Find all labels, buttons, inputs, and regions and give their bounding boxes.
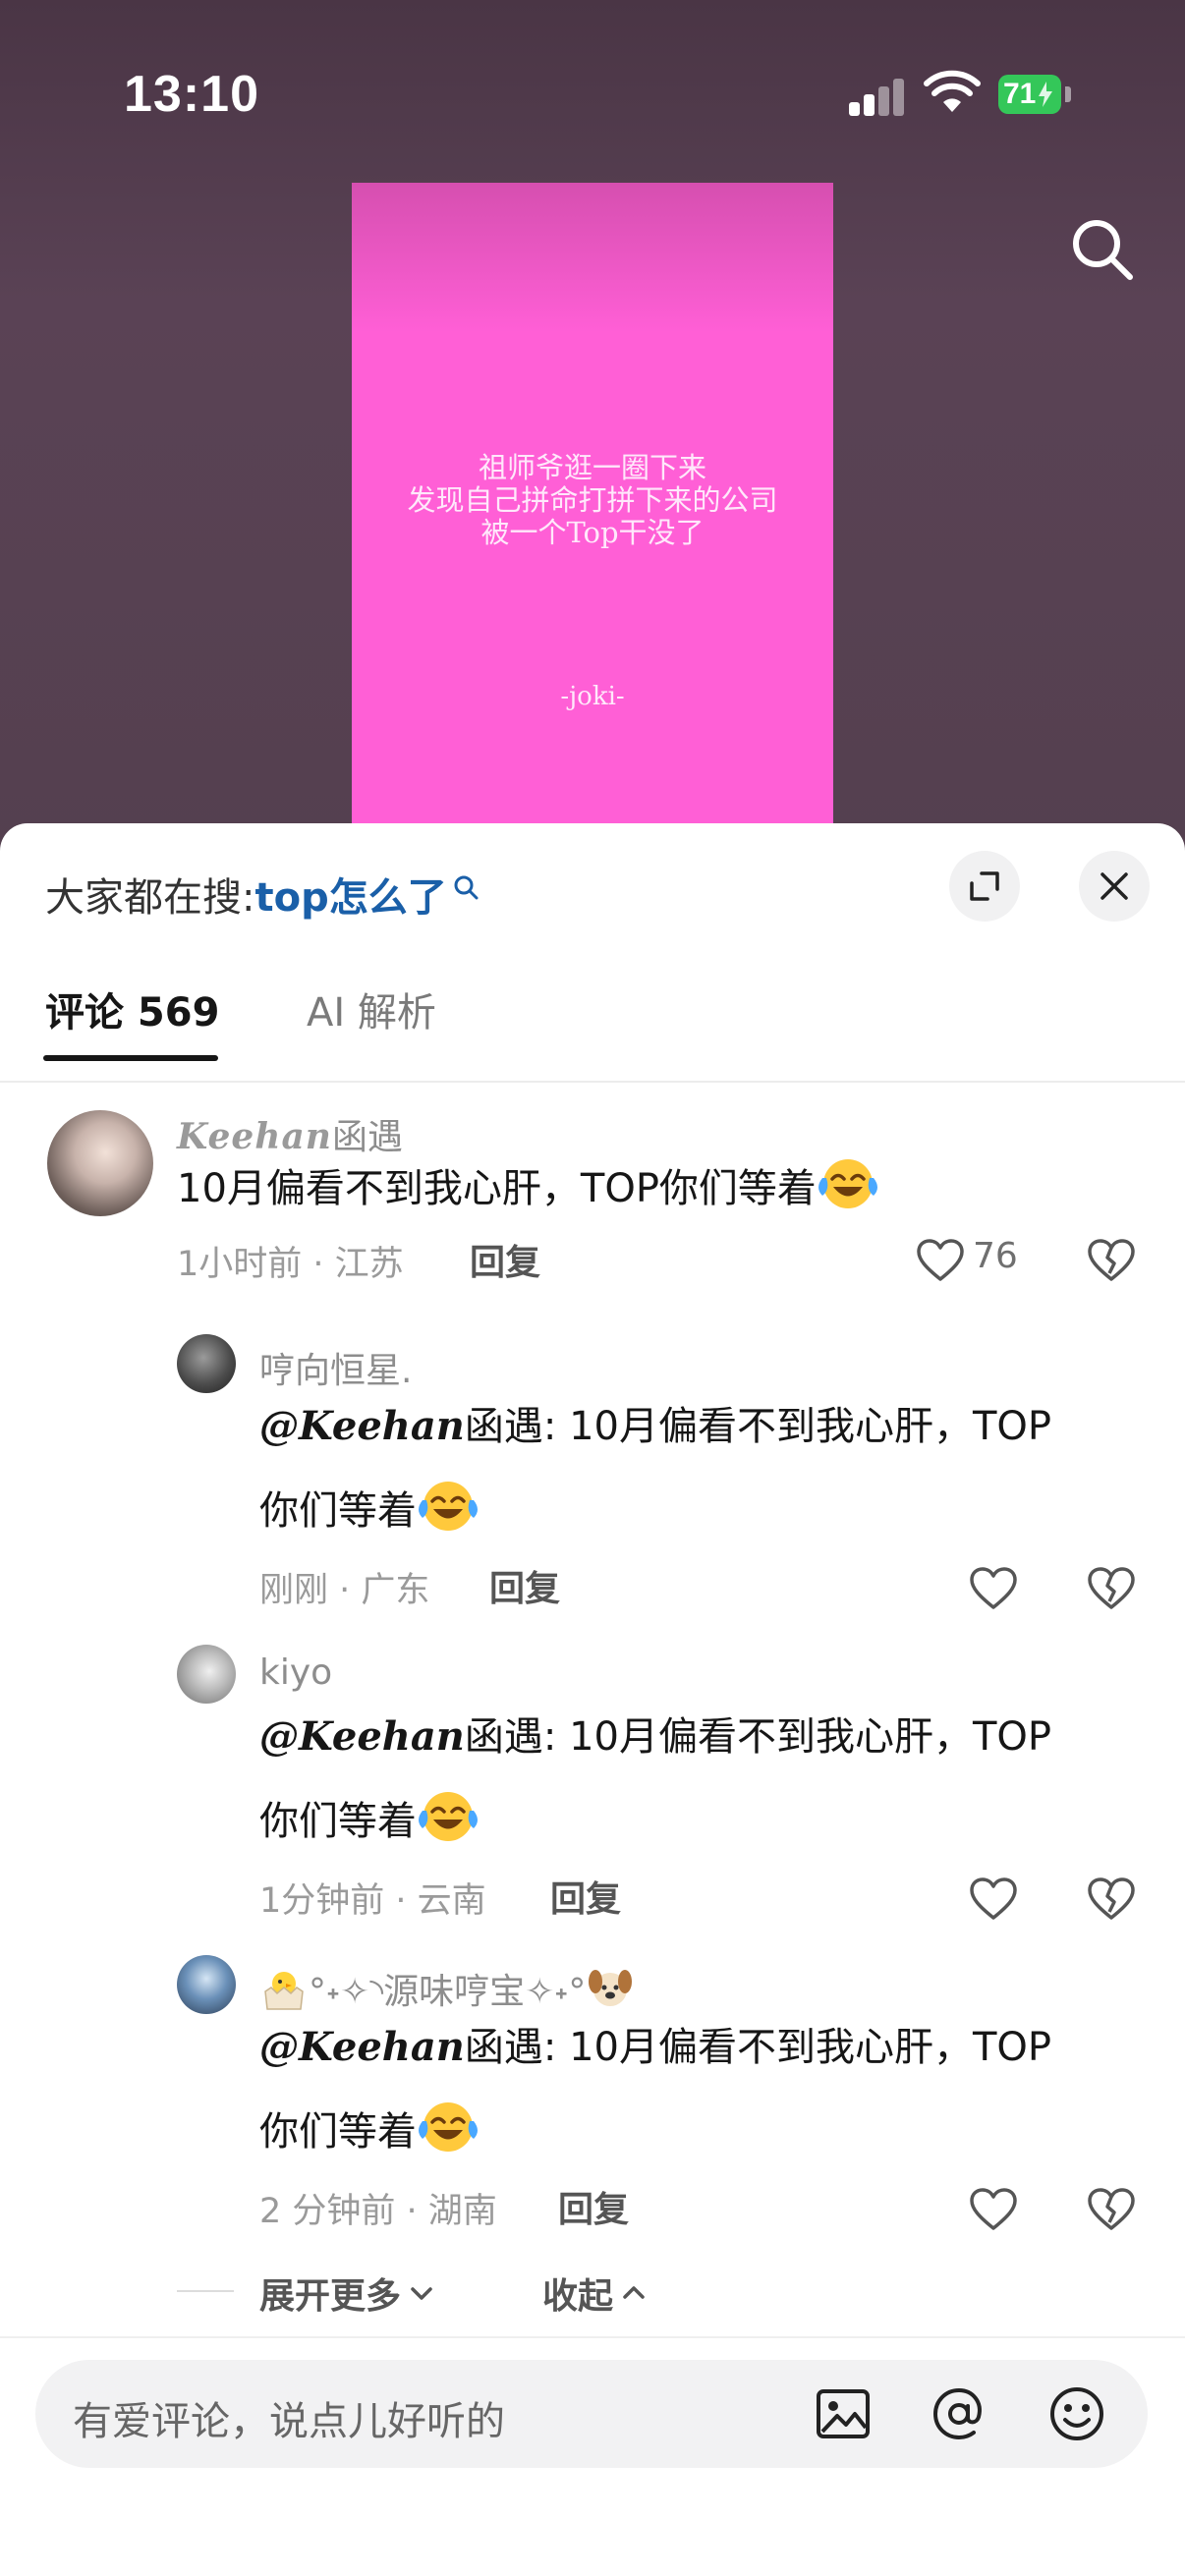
reply-text-line: 你们等着 bbox=[259, 2089, 480, 2175]
wifi-icon bbox=[924, 70, 981, 112]
comment-input[interactable]: 有爱评论，说点儿好听的 bbox=[35, 2360, 1148, 2468]
tears-of-joy-emoji-icon bbox=[419, 1792, 478, 1841]
mention-link[interactable]: @Keehan bbox=[259, 1403, 465, 1449]
tab-bar: 评论 569 AI 解析 bbox=[0, 961, 1185, 1083]
reply-text-line: 你们等着 bbox=[259, 1468, 480, 1554]
like-count: 76 bbox=[973, 1236, 1018, 1276]
trending-prefix: 大家都在搜: bbox=[45, 875, 255, 921]
avatar[interactable] bbox=[177, 1645, 236, 1704]
expand-button[interactable] bbox=[949, 851, 1020, 922]
reply-button[interactable]: 回复 bbox=[550, 1871, 621, 1922]
avatar[interactable] bbox=[47, 1110, 153, 1216]
reply-text-line: @Keehan函遇: 10月偏看不到我心肝，TOP bbox=[259, 1694, 1051, 1780]
reply-button[interactable]: 回复 bbox=[470, 1234, 540, 1285]
image-icon[interactable] bbox=[814, 2384, 873, 2443]
reply-body: 你们等着 bbox=[259, 2109, 417, 2155]
comment-meta: 1小时前 · 江苏 bbox=[177, 1245, 404, 1284]
comment-sheet: 大家都在搜: top怎么了 评论 569 AI 解析 Keehan函遇 10月偏… bbox=[0, 823, 1185, 2576]
reply-button[interactable]: 回复 bbox=[558, 2181, 629, 2232]
expand-icon bbox=[970, 871, 999, 901]
emoji-icon[interactable] bbox=[1047, 2384, 1106, 2443]
comment-input-bar: 有爱评论，说点儿好听的 bbox=[0, 2336, 1185, 2576]
video-signature: -joki- bbox=[560, 682, 625, 711]
at-icon[interactable] bbox=[930, 2384, 988, 2443]
tears-of-joy-emoji-icon bbox=[419, 2102, 478, 2152]
video-caption-line: 发现自己拼命打拼下来的公司 bbox=[407, 483, 778, 517]
trending-keyword[interactable]: top怎么了 bbox=[254, 866, 446, 923]
battery-indicator: 71 bbox=[998, 75, 1061, 114]
avatar[interactable] bbox=[177, 1955, 236, 2014]
video-caption: 祖师爷逛一圈下来 发现自己拼命打拼下来的公司 被一个Top干没了 bbox=[352, 452, 833, 549]
reply-body: 你们等着 bbox=[259, 1799, 417, 1844]
dislike-broken-heart-icon[interactable] bbox=[1087, 1238, 1136, 1283]
video-frame[interactable]: 祖师爷逛一圈下来 发现自己拼命打拼下来的公司 被一个Top干没了 -joki- bbox=[352, 183, 833, 865]
chevron-down-icon bbox=[411, 2287, 432, 2300]
like-heart-icon[interactable] bbox=[916, 1238, 965, 1283]
expand-more-button[interactable]: 展开更多 bbox=[259, 2268, 436, 2319]
collapse-button[interactable]: 收起 bbox=[542, 2268, 649, 2319]
reply-body: 函遇: 10月偏看不到我心肝，TOP bbox=[464, 1404, 1052, 1449]
active-tab-indicator bbox=[43, 1055, 218, 1061]
tears-of-joy-emoji-icon bbox=[818, 1159, 877, 1208]
chevron-up-icon bbox=[623, 2286, 645, 2299]
reply-text-line: @Keehan函遇: 10月偏看不到我心肝，TOP bbox=[259, 1383, 1051, 1470]
reply-meta: 刚刚 · 广东 bbox=[259, 1571, 430, 1610]
thread-divider bbox=[177, 2290, 234, 2292]
comment-body: 10月偏看不到我心肝，TOP你们等着 bbox=[177, 1166, 817, 1211]
reply-text-line: @Keehan函遇: 10月偏看不到我心肝，TOP bbox=[259, 2004, 1051, 2091]
like-heart-icon[interactable] bbox=[969, 1876, 1018, 1922]
like-heart-icon[interactable] bbox=[969, 2187, 1018, 2232]
reply-meta: 1分钟前 · 云南 bbox=[259, 1881, 486, 1921]
small-search-icon bbox=[454, 875, 479, 900]
avatar[interactable] bbox=[177, 1334, 236, 1393]
battery-level: 71 bbox=[1003, 78, 1037, 110]
reply-username[interactable]: kiyo bbox=[259, 1652, 332, 1693]
video-background: 13:10 71 祖师爷逛一圈下来 发现自己拼命打拼下来的公司 被一个Top干没… bbox=[0, 0, 1185, 865]
trending-search[interactable]: 大家都在搜: top怎么了 bbox=[45, 867, 479, 922]
collapse-label: 收起 bbox=[542, 2276, 614, 2317]
dislike-broken-heart-icon[interactable] bbox=[1087, 1566, 1136, 1611]
reply-button[interactable]: 回复 bbox=[489, 1560, 560, 1611]
video-caption-line: 被一个Top干没了 bbox=[480, 516, 705, 549]
reply-body: 你们等着 bbox=[259, 1488, 417, 1534]
close-icon bbox=[1100, 872, 1128, 900]
cellular-signal-icon bbox=[849, 77, 906, 116]
mention-link[interactable]: @Keehan bbox=[259, 2024, 465, 2070]
dislike-broken-heart-icon[interactable] bbox=[1087, 1876, 1136, 1922]
expand-more-label: 展开更多 bbox=[259, 2276, 402, 2317]
close-button[interactable] bbox=[1079, 851, 1150, 922]
input-placeholder: 有爱评论，说点儿好听的 bbox=[73, 2399, 505, 2444]
comment-text: 10月偏看不到我心肝，TOP你们等着 bbox=[177, 1146, 879, 1232]
reply-body: 函遇: 10月偏看不到我心肝，TOP bbox=[464, 1714, 1052, 1760]
tab-ai-analysis[interactable]: AI 解析 bbox=[307, 980, 436, 1037]
search-icon[interactable] bbox=[1069, 216, 1136, 283]
status-time: 13:10 bbox=[124, 66, 259, 123]
dislike-broken-heart-icon[interactable] bbox=[1087, 2187, 1136, 2232]
like-heart-icon[interactable] bbox=[969, 1566, 1018, 1611]
tears-of-joy-emoji-icon bbox=[419, 1482, 478, 1531]
battery-cap bbox=[1065, 86, 1071, 102]
reply-text-line: 你们等着 bbox=[259, 1778, 480, 1865]
mention-link[interactable]: @Keehan bbox=[259, 1713, 465, 1760]
charging-icon bbox=[1039, 82, 1053, 107]
tab-comments[interactable]: 评论 569 bbox=[45, 980, 219, 1037]
reply-meta: 2 分钟前 · 湖南 bbox=[259, 2192, 497, 2231]
video-caption-line: 祖师爷逛一圈下来 bbox=[478, 451, 706, 484]
reply-body: 函遇: 10月偏看不到我心肝，TOP bbox=[464, 2025, 1052, 2070]
